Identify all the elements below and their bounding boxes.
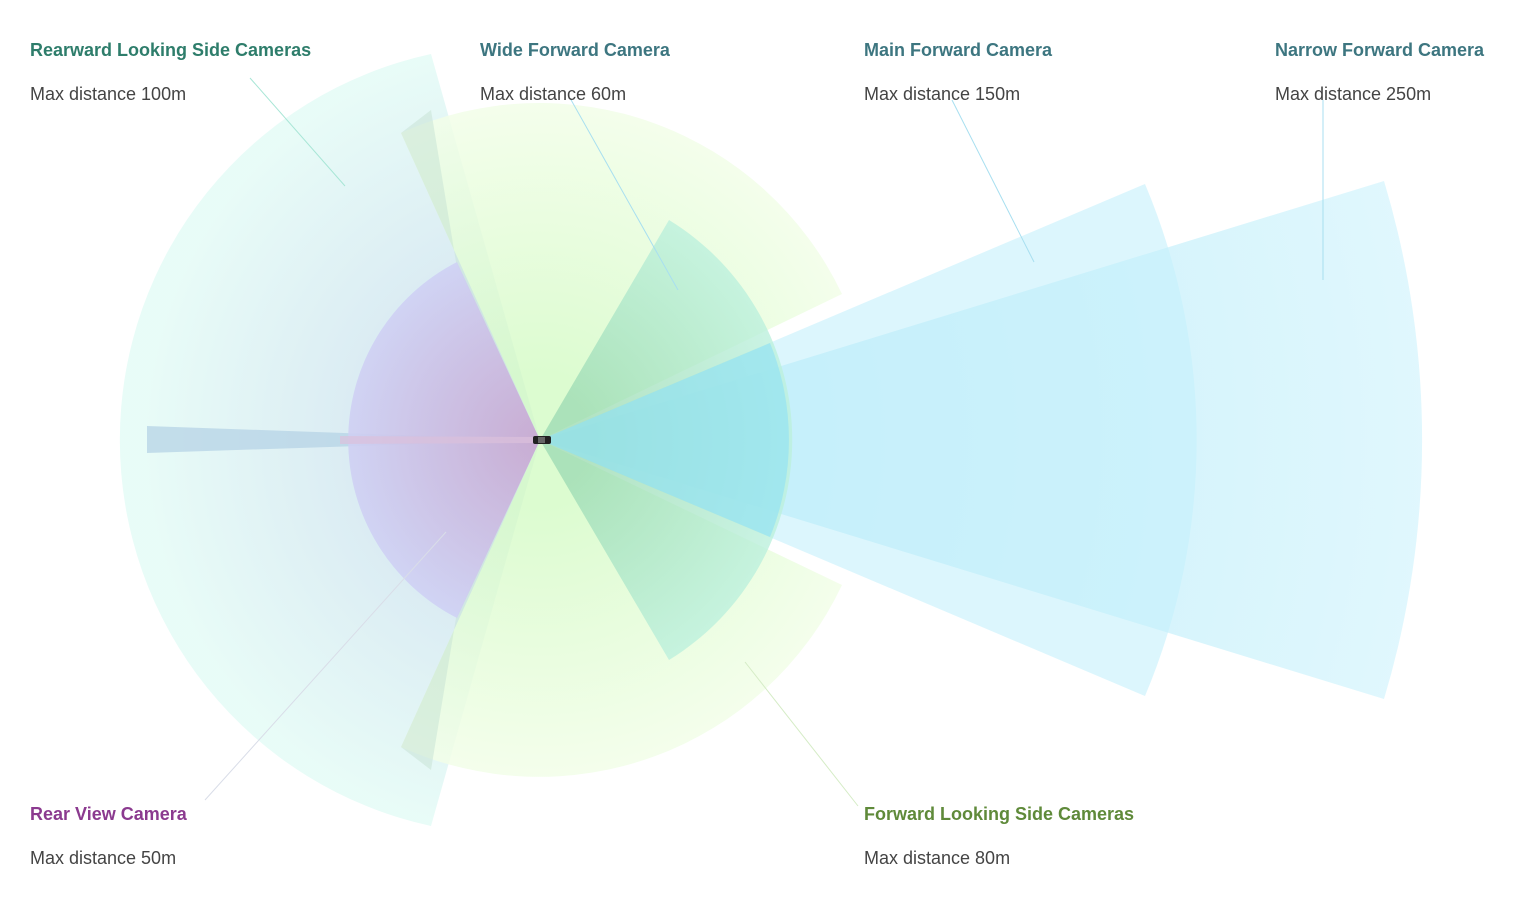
wide-forward-camera-title: Wide Forward Camera — [480, 40, 670, 60]
rear-center-line — [340, 436, 540, 444]
forward-side-camera-title: Forward Looking Side Cameras — [864, 804, 1135, 824]
main-forward-camera-title: Main Forward Camera — [864, 40, 1053, 60]
narrow-forward-camera-label: Narrow Forward Camera Max distance 250m — [1275, 39, 1484, 105]
forward-side-camera-label: Forward Looking Side Cameras Max distanc… — [864, 803, 1134, 869]
leader-forward-side — [744, 661, 859, 807]
rearward-side-camera-distance: Max distance 100m — [30, 84, 187, 104]
main-forward-camera-distance: Max distance 150m — [864, 84, 1021, 104]
rear-view-camera-distance: Max distance 50m — [30, 848, 177, 868]
rearward-side-camera-title: Rearward Looking Side Cameras — [30, 40, 312, 60]
rear-view-camera-label: Rear View Camera Max distance 50m — [30, 803, 187, 869]
wide-forward-camera-distance: Max distance 60m — [480, 84, 627, 104]
camera-coverage-diagram — [119, 54, 1423, 826]
wide-forward-camera-label: Wide Forward Camera Max distance 60m — [480, 39, 670, 105]
forward-side-camera-distance: Max distance 80m — [864, 848, 1011, 868]
car-icon — [533, 436, 551, 444]
narrow-forward-camera-distance: Max distance 250m — [1275, 84, 1432, 104]
leader-main-forward — [951, 99, 1035, 263]
rearward-side-camera-label: Rearward Looking Side Cameras Max distan… — [30, 39, 311, 105]
rear-view-camera-title: Rear View Camera — [30, 804, 187, 824]
narrow-forward-camera-title: Narrow Forward Camera — [1275, 40, 1485, 60]
main-forward-camera-label: Main Forward Camera Max distance 150m — [864, 39, 1052, 105]
